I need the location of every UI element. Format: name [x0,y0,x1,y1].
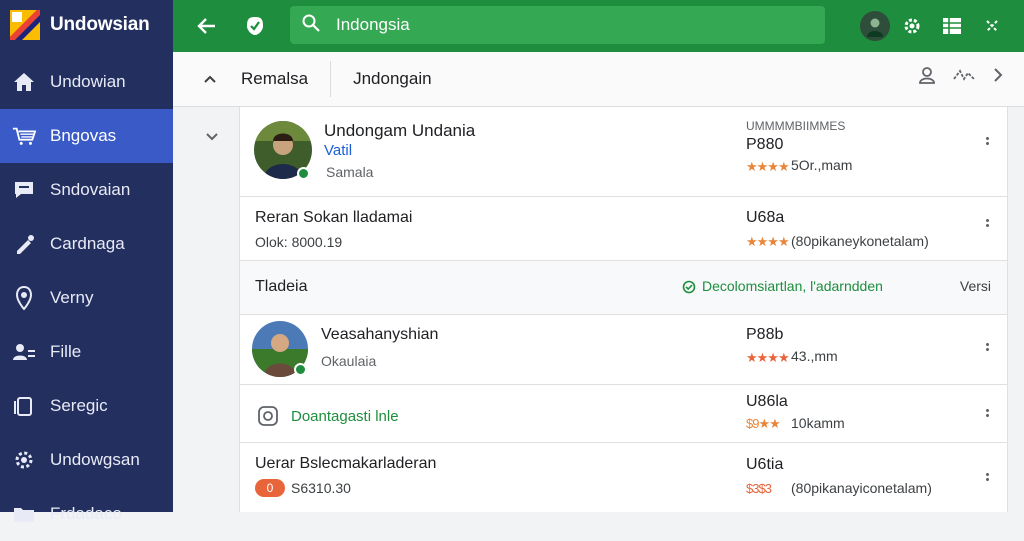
item-subtitle: Olok: 8000.19 [255,234,343,250]
sidebar-item-label: Bngovas [50,126,117,145]
people-icon [12,340,36,364]
brand[interactable]: Undowsian [0,0,173,50]
list-item[interactable]: Uerar Bslecmakarladeran 0 S6310.30 U6tia… [240,443,1007,511]
rating-text: 5Or.,mam [791,157,853,173]
divider [330,61,332,97]
more-options-icon[interactable] [979,213,995,233]
top-bar [173,0,1024,52]
rating-stars: ★★★★ [746,159,790,174]
status-text: Decolomsiartlan, l'adarndden [702,278,883,294]
sidebar-item-label: Frdadaco [50,504,122,523]
sidebar-item-label: Sndovaian [50,180,131,199]
item-name: Undongam Undania [324,121,476,140]
rating-stars: $9★★ [746,416,781,431]
cart-icon [12,124,36,148]
item-name: Doantagasti lnle [291,408,399,425]
sidebar-item-label: Seregic [50,396,108,415]
check-circle-icon [682,280,696,299]
chevron-down-icon[interactable] [200,125,224,149]
item-name: Uerar Bslecmakarladeran [255,455,437,472]
sidebar-item-1[interactable]: Undowian [0,55,173,109]
status-badge: 0 [255,479,285,497]
sidebar-item-4[interactable]: Cardnaga [0,217,173,271]
grid-view-icon[interactable] [934,8,970,44]
sub-header: Remalsa Jndongain [173,52,1024,107]
results-list: Undongam Undania Vatil Samala UMMMMBIIMM… [239,107,1008,512]
item-price: P880 [746,136,784,153]
item-subtitle: Okaulaia [321,353,377,369]
chevron-right-icon[interactable] [992,67,1004,88]
more-options-icon[interactable] [979,337,995,357]
column-header: UMMMMBIIMMES [746,119,846,133]
sidebar-item-5[interactable]: Verny [0,271,173,325]
sidebar-item-label: Undowgsan [50,450,140,469]
user-avatar[interactable] [860,11,890,41]
item-price: U86la [746,393,788,410]
sidebar-item-label: Cardnaga [50,234,125,253]
settings-icon[interactable] [894,8,930,44]
item-subtitle: S6310.30 [291,480,351,496]
gear-icon [12,448,36,472]
rating-stars: $3$3 [746,481,772,496]
sidebar-item-3[interactable]: Sndovaian [0,163,173,217]
app-name: Undowsian [50,14,150,35]
person-icon[interactable] [918,66,936,89]
item-link[interactable]: Vatil [324,142,352,159]
pen-icon [12,232,36,256]
more-options-icon[interactable] [979,403,995,423]
section-title: Jndongain [353,69,432,88]
check-shield-icon[interactable] [237,8,273,44]
rating-stars: ★★★★ [746,350,790,365]
list-item[interactable]: Reran Sokan lladamai Olok: 8000.19 U68a … [240,197,1007,261]
copy-icon [12,394,36,418]
sidebar-item-label: Undowian [50,72,126,91]
more-options-icon[interactable] [979,131,995,151]
item-price: U6tia [746,456,784,473]
map-pin-icon [12,286,36,310]
more-options-icon[interactable] [979,467,995,487]
rating-text: 43.,mm [791,348,838,364]
list-item[interactable]: Veasahanyshian Okaulaia P88b ★★★★ 43.,mm [240,315,1007,385]
item-name: Reran Sokan lladamai [255,209,413,226]
rating-text: 10kamm [791,415,845,431]
sidebar-item-6[interactable]: Fille [0,325,173,379]
back-arrow-icon[interactable] [189,8,225,44]
sidebar: Undowsian Undowian Bngovas Sndovaian Car… [0,0,173,523]
sidebar-item-9[interactable]: Frdadaco [0,487,173,541]
list-item[interactable]: Tladeia Decolomsiartlan, l'adarndden Ver… [240,261,1007,315]
version-label[interactable]: Versi [960,278,991,294]
online-badge [294,363,307,376]
rating-stars: ★★★★ [746,234,790,249]
sidebar-nav: Undowian Bngovas Sndovaian Cardnaga Vern… [0,55,173,541]
close-icon[interactable] [974,8,1010,44]
sidebar-item-label: Fille [50,342,82,361]
sub-header-title: Remalsa [241,69,309,88]
sidebar-item-label: Verny [50,288,94,307]
folder-icon [12,502,36,526]
camera-icon [257,405,279,432]
list-item[interactable]: Doantagasti lnle U86la $9★★ 10kamm [240,385,1007,443]
search-bar[interactable] [290,6,825,44]
chevron-up-icon[interactable] [203,74,221,84]
item-price: U68a [746,209,785,226]
rating-text: (80pikaneykonetalam) [791,233,929,249]
sidebar-item-7[interactable]: Seregic [0,379,173,433]
link-icon[interactable] [952,67,976,88]
chat-icon [12,178,36,202]
item-name: Tladeia [255,278,308,295]
online-badge [297,167,310,180]
sidebar-item-2[interactable]: Bngovas [0,109,173,163]
item-price: P88b [746,326,784,343]
list-item[interactable]: Undongam Undania Vatil Samala UMMMMBIIMM… [240,107,1007,197]
search-input[interactable] [336,15,796,35]
sidebar-item-8[interactable]: Undowgsan [0,433,173,487]
search-icon [302,14,320,37]
item-name: Veasahanyshian [321,326,439,343]
app-logo [10,10,40,40]
home-icon [12,70,36,94]
item-subtitle: Samala [326,164,374,180]
top-bar-actions [860,8,1010,44]
rating-text: (80pikanayiconetalam) [791,480,932,496]
sub-header-actions [918,66,1004,89]
